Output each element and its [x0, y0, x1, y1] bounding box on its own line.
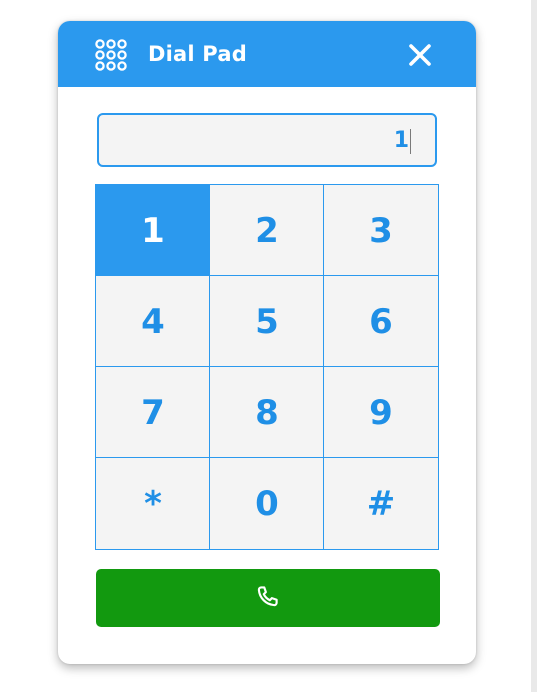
- key-4[interactable]: 4: [95, 275, 211, 368]
- key-8[interactable]: 8: [209, 366, 325, 459]
- key-7[interactable]: 7: [95, 366, 211, 459]
- dialed-number: 1: [393, 128, 409, 153]
- text-caret: [410, 129, 411, 154]
- key-5[interactable]: 5: [209, 275, 325, 368]
- page: Dial Pad 1 1 2 3 4 5 6 7 8 9 * 0 #: [0, 0, 537, 692]
- key-star[interactable]: *: [95, 457, 211, 550]
- key-6[interactable]: 6: [323, 275, 439, 368]
- window-edge: [531, 0, 537, 692]
- key-1[interactable]: 1: [95, 184, 211, 277]
- key-3[interactable]: 3: [323, 184, 439, 277]
- key-2[interactable]: 2: [209, 184, 325, 277]
- key-9[interactable]: 9: [323, 366, 439, 459]
- close-icon[interactable]: [402, 37, 438, 73]
- key-0[interactable]: 0: [209, 457, 325, 550]
- keypad: 1 2 3 4 5 6 7 8 9 * 0 #: [95, 184, 439, 550]
- dialog-title: Dial Pad: [148, 42, 247, 66]
- call-button[interactable]: [96, 569, 440, 627]
- grid-dots-icon[interactable]: [94, 38, 128, 72]
- key-hash[interactable]: #: [323, 457, 439, 550]
- dial-pad-dialog: Dial Pad 1 1 2 3 4 5 6 7 8 9 * 0 #: [58, 21, 476, 664]
- dialog-header: Dial Pad: [58, 21, 476, 87]
- phone-icon: [257, 586, 278, 607]
- number-display-input[interactable]: 1: [97, 113, 437, 167]
